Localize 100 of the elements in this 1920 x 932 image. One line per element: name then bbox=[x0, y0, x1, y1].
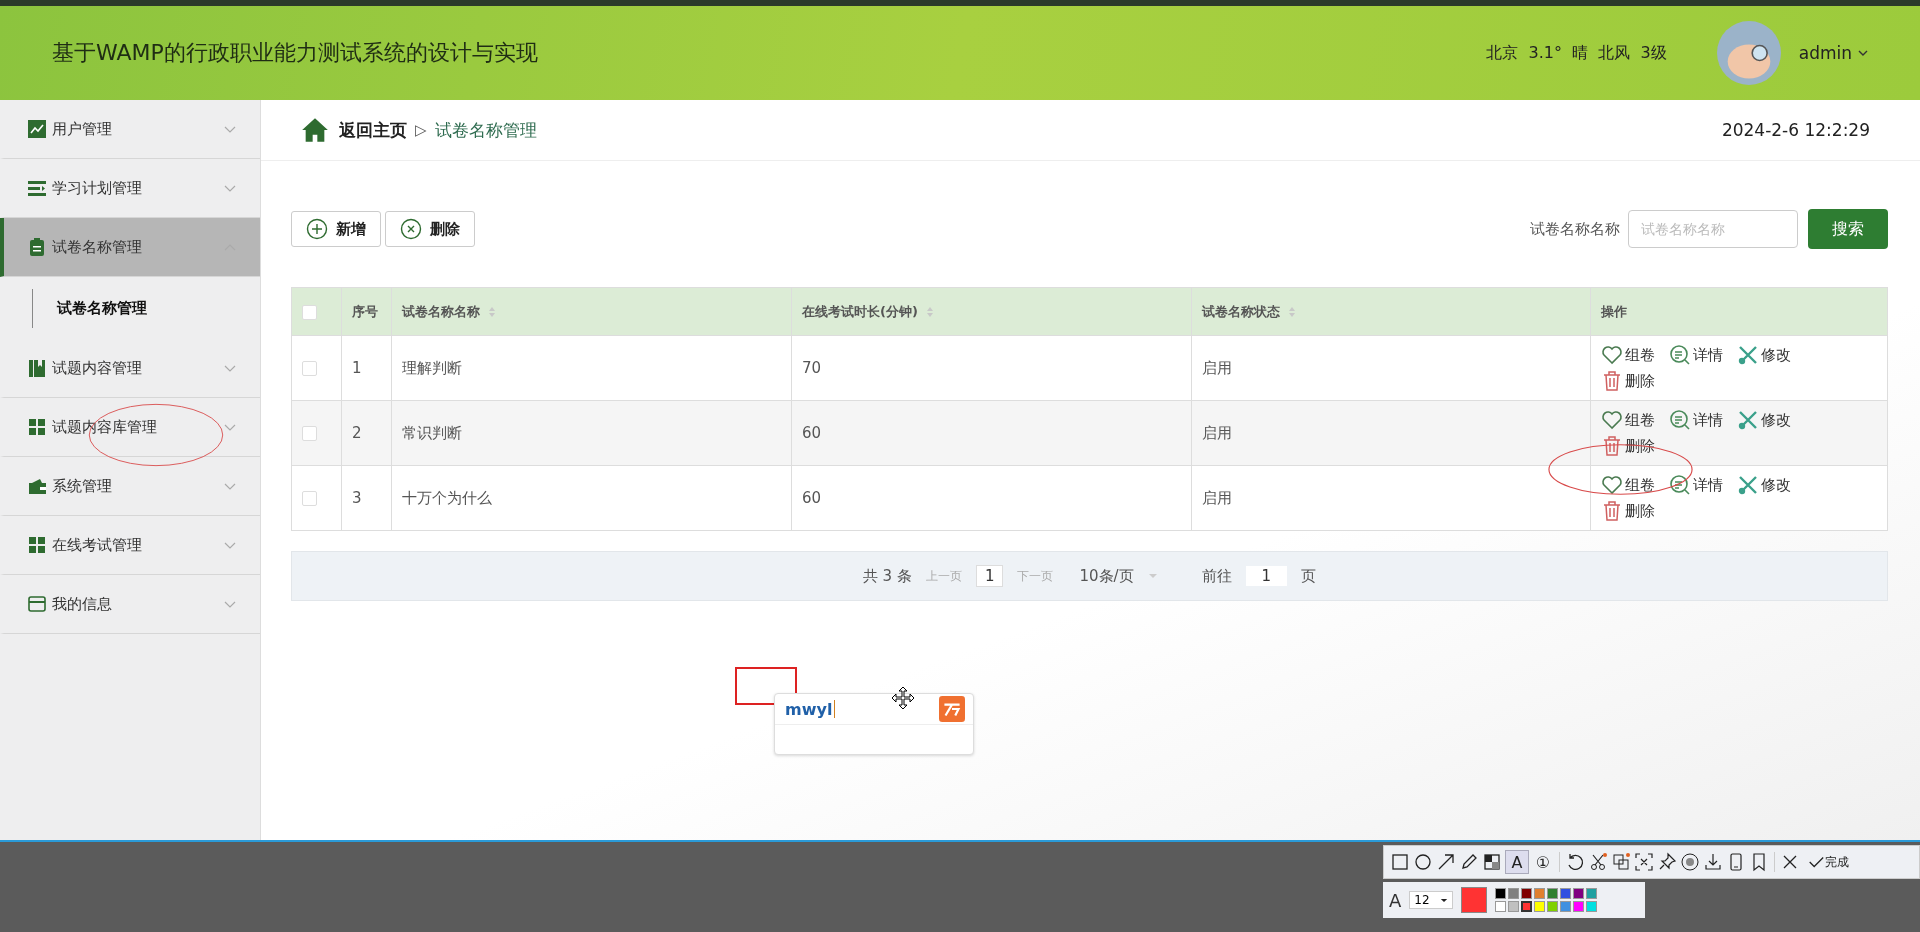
color-swatch[interactable] bbox=[1520, 888, 1532, 899]
home-icon[interactable] bbox=[301, 117, 329, 143]
color-swatch[interactable] bbox=[1559, 888, 1571, 899]
mosaic-icon[interactable] bbox=[1482, 852, 1502, 872]
detail-link[interactable]: 详情 bbox=[1669, 409, 1723, 431]
pin-icon[interactable] bbox=[1657, 852, 1677, 872]
app-title: 基于WAMP的行政职业能力测试系统的设计与实现 bbox=[52, 39, 538, 67]
compose-link[interactable]: 组卷 bbox=[1601, 474, 1655, 496]
caret-icon bbox=[1439, 897, 1448, 903]
delete-link[interactable]: 删除 bbox=[1601, 370, 1655, 392]
edit-link[interactable]: 修改 bbox=[1737, 344, 1791, 366]
table-cell: 60 bbox=[791, 465, 1192, 531]
color-swatch[interactable] bbox=[1546, 888, 1558, 899]
ime-logo-icon bbox=[939, 696, 965, 722]
weather-text: 北京 3.1° 晴 北风 3级 bbox=[1486, 42, 1667, 64]
column-header[interactable]: 操作 bbox=[1590, 287, 1888, 336]
column-header[interactable]: 序号 bbox=[341, 287, 392, 336]
table-cell: 理解判断 bbox=[391, 335, 792, 401]
delete-button[interactable]: 删除 bbox=[385, 211, 475, 247]
trash-icon bbox=[1601, 500, 1623, 522]
number-tool-button[interactable]: ① bbox=[1532, 851, 1554, 873]
detail-link[interactable]: 详情 bbox=[1669, 474, 1723, 496]
caret-icon bbox=[1858, 50, 1868, 56]
sidebar-item[interactable]: 系统管理 bbox=[0, 457, 260, 516]
add-button[interactable]: 新增 bbox=[291, 211, 381, 247]
font-size-select[interactable]: 12 bbox=[1409, 891, 1453, 909]
current-color-swatch[interactable] bbox=[1460, 887, 1487, 913]
column-header[interactable]: 试卷名称名称 bbox=[391, 287, 792, 336]
tools-icon bbox=[1737, 474, 1759, 496]
sidebar-item[interactable]: 试题内容库管理 bbox=[0, 398, 260, 457]
chevron-icon bbox=[224, 541, 236, 549]
chevron-icon bbox=[224, 600, 236, 608]
row-checkbox[interactable] bbox=[302, 361, 317, 376]
breadcrumb-separator: ▷ bbox=[415, 121, 427, 139]
sidebar-item[interactable]: 在线考试管理 bbox=[0, 516, 260, 575]
search-icon bbox=[1669, 474, 1691, 496]
color-swatch[interactable] bbox=[1546, 901, 1558, 912]
search-button[interactable]: 搜索 bbox=[1808, 209, 1888, 249]
chevron-icon bbox=[224, 423, 236, 431]
page-number[interactable]: 1 bbox=[975, 565, 1004, 587]
table-cell: 启用 bbox=[1191, 465, 1591, 531]
color-swatch[interactable] bbox=[1507, 901, 1519, 912]
ellipse-tool-icon[interactable] bbox=[1413, 852, 1433, 872]
edit-link[interactable]: 修改 bbox=[1737, 474, 1791, 496]
chevron-icon bbox=[224, 482, 236, 490]
color-swatch[interactable] bbox=[1585, 901, 1597, 912]
user-menu[interactable]: admin bbox=[1798, 43, 1852, 63]
tools-icon bbox=[1737, 409, 1759, 431]
select-all-checkbox[interactable] bbox=[302, 304, 317, 320]
caret-icon bbox=[1147, 573, 1158, 579]
arrow-tool-icon[interactable] bbox=[1436, 852, 1456, 872]
color-swatch[interactable] bbox=[1572, 901, 1584, 912]
color-swatch[interactable] bbox=[1572, 888, 1584, 899]
table-cell: 启用 bbox=[1191, 400, 1591, 466]
sidebar-item[interactable]: 试题内容管理 bbox=[0, 339, 260, 398]
translate-icon[interactable] bbox=[1611, 852, 1631, 872]
color-swatch[interactable] bbox=[1494, 888, 1506, 899]
total-count: 共 3 条 bbox=[862, 566, 912, 586]
scissors-icon[interactable] bbox=[1588, 852, 1608, 872]
rectangle-tool-icon[interactable] bbox=[1390, 852, 1410, 872]
text-tool-button[interactable]: A bbox=[1505, 850, 1529, 874]
chevron-icon bbox=[224, 184, 236, 192]
chevron-icon bbox=[224, 364, 236, 372]
row-checkbox[interactable] bbox=[302, 491, 317, 506]
page-size-select[interactable]: 10条/页 bbox=[1079, 566, 1158, 586]
x-circle-icon bbox=[400, 218, 422, 240]
column-header[interactable]: 试卷名称状态 bbox=[1191, 287, 1591, 336]
column-header[interactable]: 在线考试时长(分钟) bbox=[791, 287, 1192, 336]
breadcrumb-current: 试卷名称管理 bbox=[434, 118, 537, 142]
grid-icon bbox=[28, 536, 46, 554]
delete-link[interactable]: 删除 bbox=[1601, 500, 1655, 522]
color-swatch[interactable] bbox=[1520, 901, 1532, 912]
search-field[interactable]: 试卷名称名称 bbox=[1628, 210, 1798, 248]
record-icon[interactable] bbox=[1680, 852, 1700, 872]
search-icon bbox=[1669, 344, 1691, 366]
table-cell: 70 bbox=[791, 335, 1192, 401]
color-swatch[interactable] bbox=[1585, 888, 1597, 899]
sidebar-item[interactable]: 试卷名称管理 bbox=[0, 218, 260, 277]
edit-link[interactable]: 修改 bbox=[1737, 409, 1791, 431]
sidebar-item[interactable]: 用户管理 bbox=[0, 100, 260, 159]
color-swatch[interactable] bbox=[1494, 901, 1506, 912]
compose-link[interactable]: 组卷 bbox=[1601, 344, 1655, 366]
row-checkbox[interactable] bbox=[302, 426, 317, 441]
pencil-icon[interactable] bbox=[1459, 852, 1479, 872]
color-swatch[interactable] bbox=[1507, 888, 1519, 899]
color-swatch[interactable] bbox=[1559, 901, 1571, 912]
detail-link[interactable]: 详情 bbox=[1669, 344, 1723, 366]
sidebar-item[interactable]: 我的信息 bbox=[0, 575, 260, 634]
page-unit: 页 bbox=[1301, 566, 1317, 586]
ocr-frame-icon[interactable] bbox=[1634, 852, 1654, 872]
goto-page-field[interactable]: 1 bbox=[1245, 566, 1288, 586]
color-swatch[interactable] bbox=[1533, 888, 1545, 899]
compose-link[interactable]: 组卷 bbox=[1601, 409, 1655, 431]
home-link[interactable]: 返回主页 bbox=[339, 118, 407, 142]
done-button[interactable]: 完成 bbox=[1807, 853, 1849, 871]
heart-icon bbox=[1601, 344, 1623, 366]
chart-icon bbox=[28, 120, 46, 138]
color-swatch[interactable] bbox=[1533, 901, 1545, 912]
sidebar-subitem[interactable]: 试卷名称管理 bbox=[32, 288, 147, 328]
download-icon[interactable] bbox=[1703, 852, 1723, 872]
